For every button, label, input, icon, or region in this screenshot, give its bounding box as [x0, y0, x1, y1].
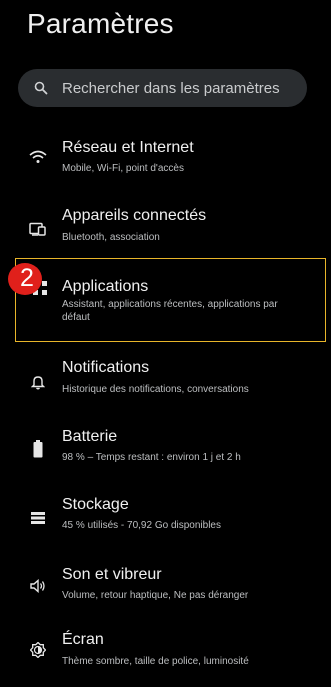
- settings-item-title: Son et vibreur: [62, 566, 162, 583]
- settings-item-title: Écran: [62, 631, 104, 648]
- highlight-box: [15, 258, 326, 342]
- settings-item-title: Réseau et Internet: [62, 139, 194, 156]
- storage-icon: [28, 508, 48, 528]
- brightness-icon: [28, 640, 48, 660]
- step-badge: 2: [8, 263, 42, 295]
- settings-item-title: Appareils connectés: [62, 207, 207, 224]
- settings-item-storage[interactable]: Stockage 45 % utilisés - 70,92 Go dispon…: [0, 490, 331, 546]
- battery-icon: [28, 439, 48, 459]
- settings-item-subtitle: 98 % – Temps restant : environ 1 j et 2 …: [62, 452, 241, 463]
- settings-item-title: Notifications: [62, 359, 150, 376]
- settings-item-notifications[interactable]: Notifications Historique des notificatio…: [0, 354, 331, 410]
- step-number: 2: [20, 264, 34, 292]
- settings-item-sound[interactable]: Son et vibreur Volume, retour haptique, …: [0, 560, 331, 616]
- settings-item-battery[interactable]: Batterie 98 % – Temps restant : environ …: [0, 422, 331, 478]
- settings-item-subtitle: Thème sombre, taille de police, luminosi…: [62, 656, 249, 667]
- settings-item-network[interactable]: Réseau et Internet Mobile, Wi-Fi, point …: [0, 132, 331, 188]
- settings-item-subtitle: Mobile, Wi-Fi, point d'accès: [62, 163, 184, 174]
- bell-icon: [28, 372, 48, 392]
- settings-item-subtitle: Volume, retour haptique, Ne pas déranger: [62, 590, 249, 601]
- connected-devices-icon: [28, 219, 48, 239]
- wifi-icon: [28, 147, 48, 167]
- settings-item-title: Batterie: [62, 428, 118, 445]
- settings-item-subtitle: Historique des notifications, conversati…: [62, 384, 249, 395]
- settings-item-connected-devices[interactable]: Appareils connectés Bluetooth, associati…: [0, 199, 331, 255]
- settings-item-title: Stockage: [62, 496, 129, 513]
- settings-item-display[interactable]: Écran Thème sombre, taille de police, lu…: [0, 627, 331, 683]
- settings-item-subtitle: 45 % utilisés - 70,92 Go disponibles: [62, 520, 221, 531]
- speaker-icon: [28, 576, 48, 596]
- settings-item-subtitle: Bluetooth, association: [62, 232, 160, 243]
- settings-list: Réseau et Internet Mobile, Wi-Fi, point …: [0, 0, 331, 687]
